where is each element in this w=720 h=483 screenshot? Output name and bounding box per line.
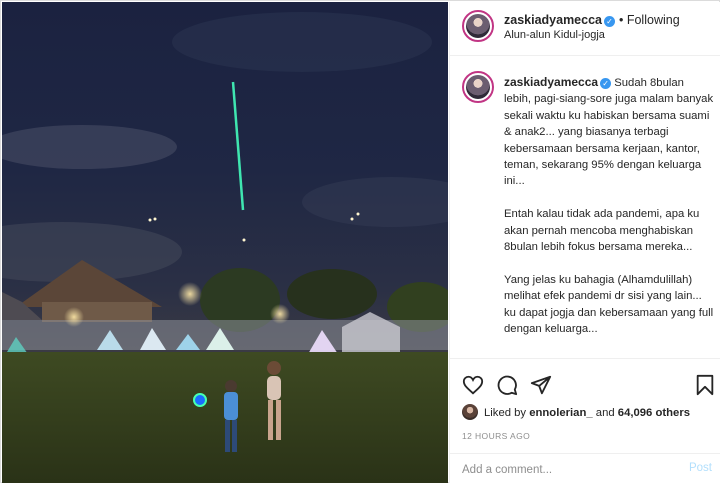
post-header: zaskiadyamecca ✓ • Following Alun-alun Kid…	[450, 2, 720, 56]
likes-joiner: and	[595, 407, 615, 419]
post-actions: Liked by ennolerian_ and 64,096 others 1…	[450, 358, 720, 483]
following-button[interactable]: • Following	[619, 13, 680, 27]
caption-area: zaskiadyamecca ✓ Sudah 8bulan lebih, pagi…	[450, 57, 720, 357]
caption-username[interactable]: zaskiadyamecca	[504, 75, 598, 89]
author-line: zaskiadyamecca ✓ • Following	[504, 11, 680, 29]
comment-input[interactable]	[462, 462, 662, 478]
caption-avatar[interactable]	[462, 71, 494, 103]
share-icon[interactable]	[530, 374, 552, 396]
bookmark-icon[interactable]	[694, 374, 716, 396]
instagram-post-frame: zaskiadyamecca ✓ • Following Alun-alun Kid…	[0, 0, 720, 483]
heart-icon[interactable]	[462, 374, 484, 396]
author-avatar[interactable]	[462, 10, 494, 42]
verified-icon: ✓	[604, 16, 615, 27]
night-field-photo	[2, 2, 448, 483]
likes-line: Liked by ennolerian_ and 64,096 others	[462, 404, 690, 420]
caption-verified-icon: ✓	[600, 78, 612, 89]
comment-icon[interactable]	[496, 374, 518, 396]
likes-prefix: Liked by	[484, 407, 527, 419]
author-username[interactable]: zaskiadyamecca	[504, 13, 602, 27]
liker-avatar[interactable]	[462, 404, 478, 420]
caption-text: zaskiadyamecca ✓ Sudah 8bulan lebih, pagi…	[504, 74, 714, 357]
likes-others-link[interactable]: 64,096 others	[618, 407, 690, 419]
post-photo[interactable]	[2, 2, 448, 483]
post-comment-button[interactable]: Post	[689, 462, 712, 474]
post-sidebar: zaskiadyamecca ✓ • Following Alun-alun Kid…	[449, 2, 720, 483]
post-location[interactable]: Alun-alun Kidul-jogja	[504, 29, 605, 41]
liker-username[interactable]: ennolerian_	[529, 407, 592, 419]
comment-bar: Post	[450, 453, 720, 483]
caption-body: Sudah 8bulan lebih, pagi-siang-sore juga…	[504, 77, 714, 357]
post-timestamp[interactable]: 12 HOURS AGO	[462, 431, 530, 441]
